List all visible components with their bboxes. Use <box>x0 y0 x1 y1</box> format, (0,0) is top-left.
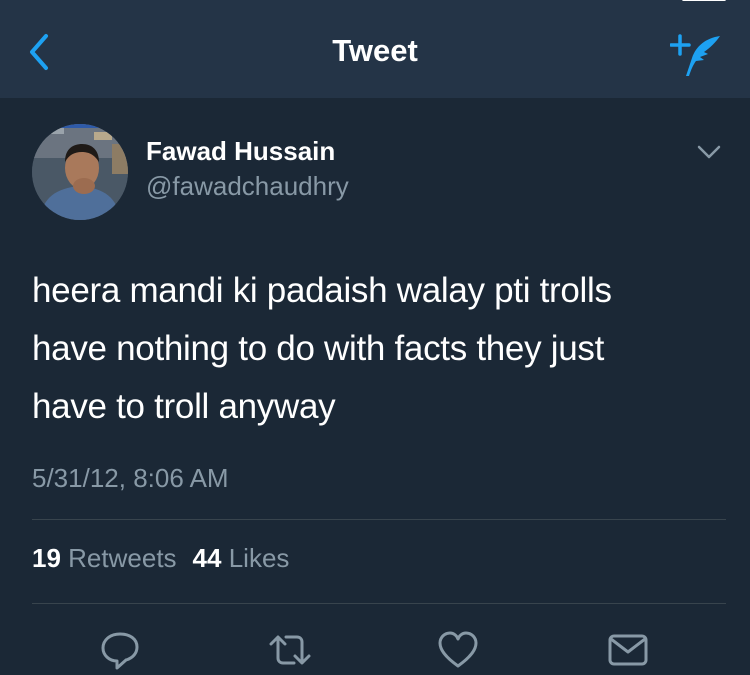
tweet-text-line: heera mandi ki padaish walay pti trolls <box>32 271 612 310</box>
retweets-label: Retweets <box>68 543 177 573</box>
tweet-text: heera mandi ki padaish walay pti trolls … <box>32 262 722 436</box>
profile-photo <box>32 124 128 220</box>
author-display-name[interactable]: Fawad Hussain <box>146 136 335 167</box>
tweet-actions <box>0 624 750 675</box>
status-bar-fragment <box>682 0 726 1</box>
retweets-stat[interactable]: 19 Retweets <box>32 543 177 573</box>
author-handle[interactable]: @fawadchaudhry <box>146 171 349 202</box>
like-button[interactable] <box>436 628 480 672</box>
avatar[interactable] <box>32 124 128 220</box>
retweets-count: 19 <box>32 543 61 573</box>
tweet-stats: 19 Retweets 44 Likes <box>32 543 289 574</box>
likes-stat[interactable]: 44 Likes <box>193 543 290 573</box>
compose-tweet-icon <box>669 34 720 76</box>
retweet-icon <box>269 635 311 665</box>
divider <box>32 519 726 520</box>
reply-button[interactable] <box>98 628 142 672</box>
retweet-button[interactable] <box>268 628 312 672</box>
compose-tweet-button[interactable] <box>669 32 722 78</box>
likes-count: 44 <box>192 543 222 573</box>
likes-label: Likes <box>228 543 290 573</box>
like-icon <box>438 631 478 668</box>
chevron-down-icon <box>697 145 721 159</box>
divider <box>32 603 726 604</box>
navigation-bar: Tweet <box>0 0 750 98</box>
tweet-menu-button[interactable] <box>696 142 722 162</box>
reply-icon <box>101 632 139 670</box>
tweet-timestamp: 5/31/12, 8:06 AM <box>32 463 229 493</box>
tweet-detail-screen: Tweet Fawad Hussain @fawadchaudhry heera… <box>0 0 750 675</box>
tweet-text-line: have nothing to do with facts they just <box>32 329 604 368</box>
chevron-left-icon <box>30 34 48 70</box>
direct-message-button[interactable] <box>606 628 650 672</box>
direct-message-icon <box>608 634 648 666</box>
page-title: Tweet <box>332 33 418 68</box>
back-button[interactable] <box>22 32 58 72</box>
tweet-text-line: have to troll anyway <box>32 387 336 426</box>
